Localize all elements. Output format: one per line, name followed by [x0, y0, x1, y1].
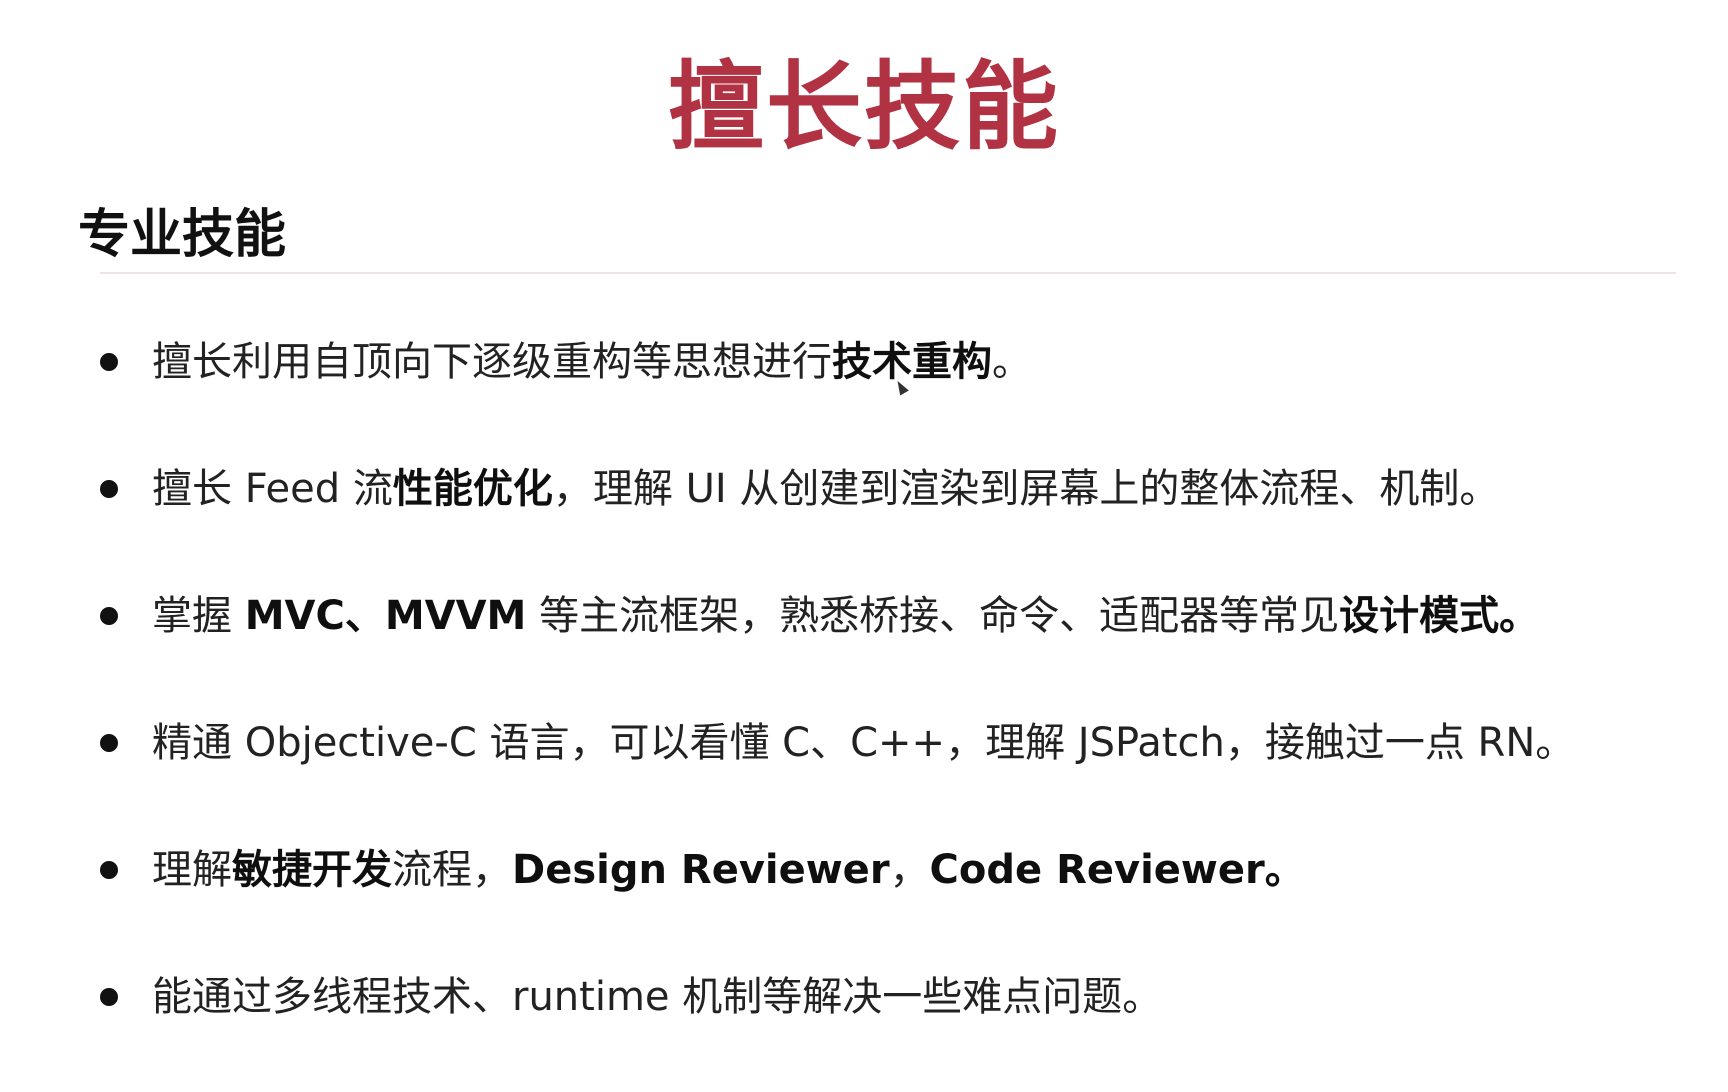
bullet-icon [100, 353, 118, 371]
bullet-icon [100, 607, 118, 625]
text-run: 流程， [392, 847, 512, 893]
text-run: ， [889, 847, 930, 893]
skill-item: 精通 Objective-C 语言，可以看懂 C、C++，理解 JSPatch，… [100, 711, 1700, 838]
skill-text: 能通过多线程技术、runtime 机制等解决一些难点问题。 [152, 965, 1162, 1029]
bold-run: 设计模式。 [1339, 593, 1540, 639]
text-run: 掌握 [152, 593, 245, 639]
skill-item: 能通过多线程技术、runtime 机制等解决一些难点问题。 [100, 965, 1700, 1092]
text-run: 等主流框架，熟悉桥接、命令、适配器等常见 [526, 593, 1340, 639]
skill-item: 掌握 MVC、MVVM 等主流框架，熟悉桥接、命令、适配器等常见设计模式。 [100, 584, 1700, 711]
text-run: 能通过多线程技术、runtime 机制等解决一些难点问题。 [152, 974, 1163, 1020]
slide: 擅长技能 专业技能 擅长利用自顶向下逐级重构等思想进行技术重构。 擅长 Feed… [0, 0, 1728, 1030]
bold-run: Design Reviewer [512, 847, 890, 893]
divider [100, 272, 1676, 274]
section-heading: 专业技能 [78, 205, 287, 265]
bold-run: 敏捷开发 [232, 847, 392, 893]
text-run: 理解 [152, 847, 232, 893]
bold-run: MVC、MVVM [244, 593, 527, 639]
text-run: 。 [992, 339, 1032, 385]
bullet-icon [100, 734, 118, 752]
bold-run: 性能优化 [392, 466, 553, 512]
skills-list: 擅长利用自顶向下逐级重构等思想进行技术重构。 擅长 Feed 流性能优化，理解 … [100, 330, 1700, 1092]
skill-item: 擅长 Feed 流性能优化，理解 UI 从创建到渲染到屏幕上的整体流程、机制。 [100, 457, 1700, 584]
skill-text: 理解敏捷开发流程，Design Reviewer，Code Reviewer。 [152, 838, 1305, 902]
skill-text: 擅长 Feed 流性能优化，理解 UI 从创建到渲染到屏幕上的整体流程、机制。 [152, 457, 1499, 521]
bullet-icon [100, 861, 118, 879]
bullet-icon [100, 480, 118, 498]
text-run: ，理解 UI 从创建到渲染到屏幕上的整体流程、机制。 [552, 466, 1500, 512]
text-run: 擅长利用自顶向下逐级重构等思想进行 [152, 339, 832, 385]
text-run: 擅长 Feed 流 [152, 466, 393, 512]
text-run: 精通 Objective-C 语言，可以看懂 C、C++，理解 JSPatch，… [152, 720, 1576, 766]
skill-text: 掌握 MVC、MVVM 等主流框架，熟悉桥接、命令、适配器等常见设计模式。 [152, 584, 1539, 648]
bullet-icon [100, 988, 118, 1006]
bold-run: 技术重构 [832, 339, 992, 385]
bold-run: Code Reviewer。 [929, 847, 1305, 893]
slide-title: 擅长技能 [668, 51, 1060, 163]
skill-text: 精通 Objective-C 语言，可以看懂 C、C++，理解 JSPatch，… [152, 711, 1575, 775]
skill-item: 理解敏捷开发流程，Design Reviewer，Code Reviewer。 [100, 838, 1700, 965]
